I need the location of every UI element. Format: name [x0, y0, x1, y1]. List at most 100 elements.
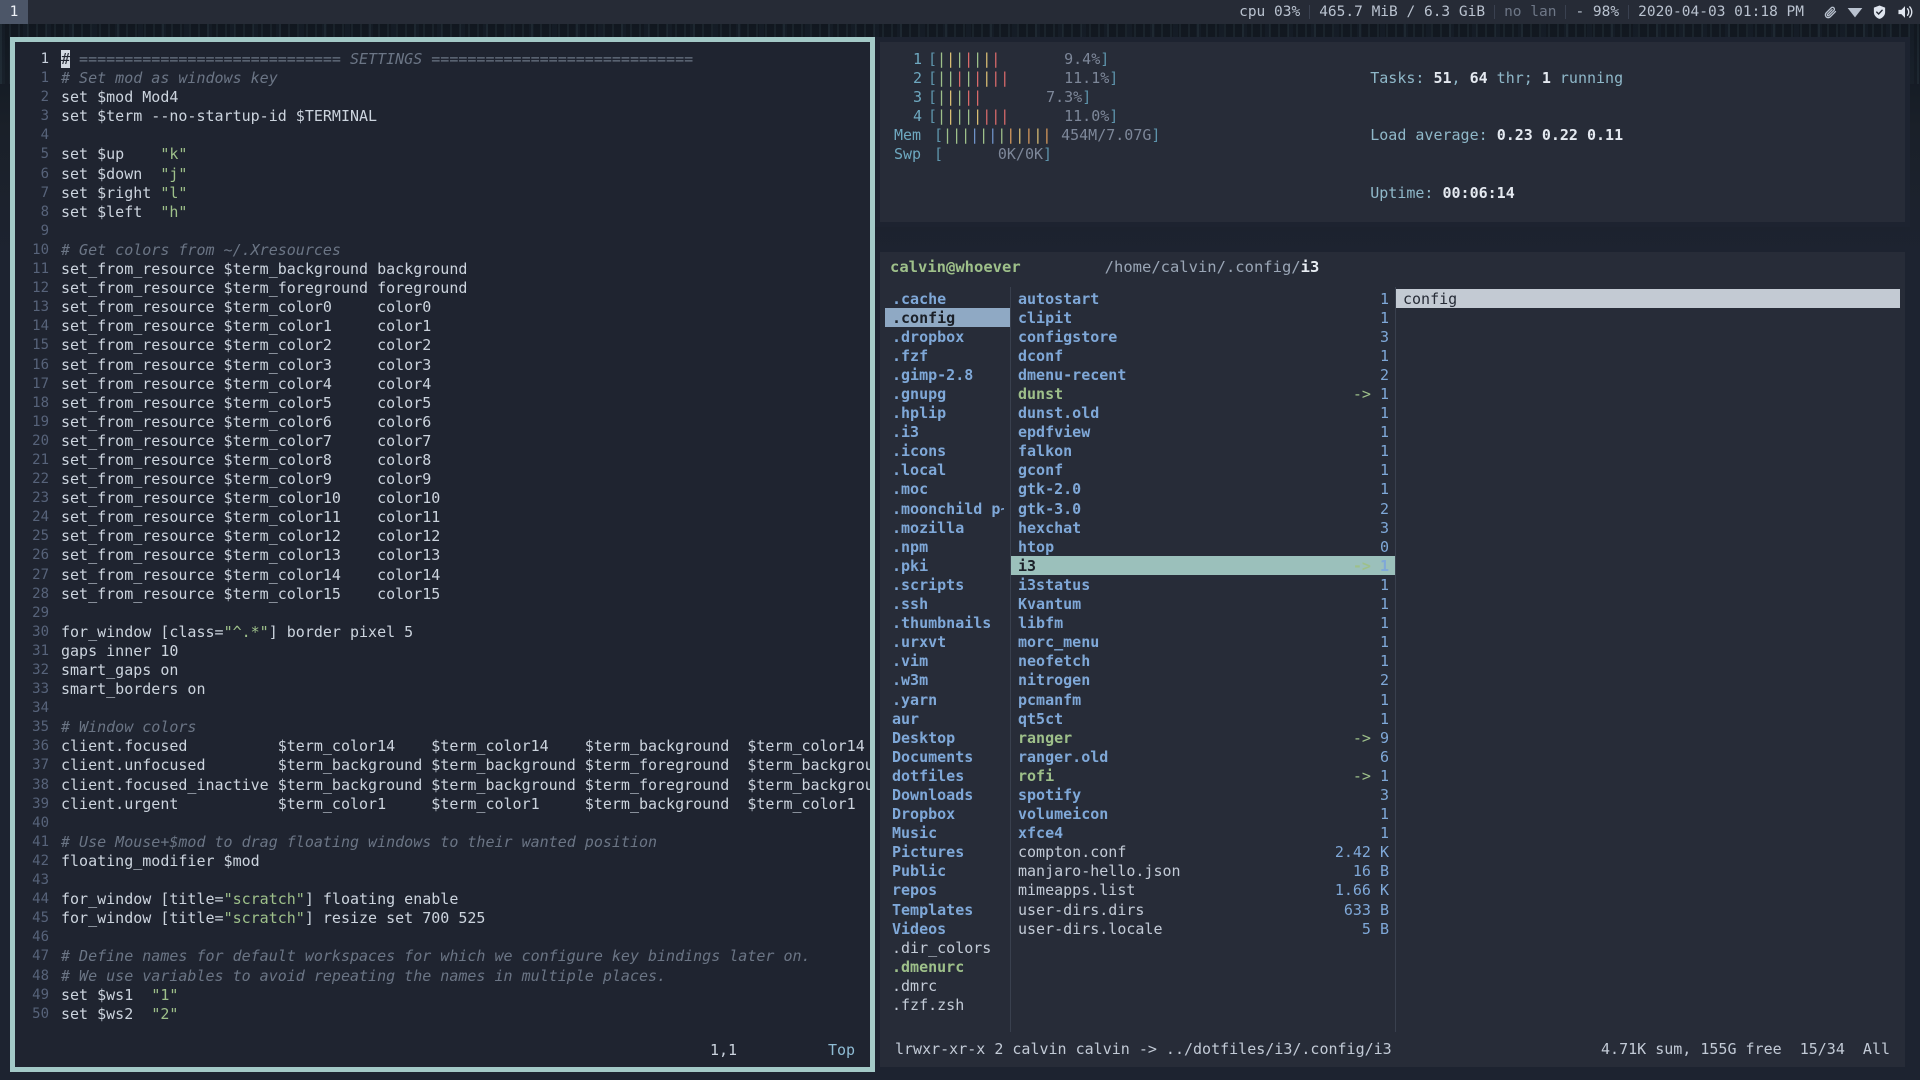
ranger-parent-item[interactable]: .icons: [885, 442, 1010, 461]
ranger-file-item[interactable]: autostart 1: [1011, 289, 1395, 308]
vim-line: 15 set_from_resource $term_color2 color2: [15, 336, 870, 355]
ranger-parent-item[interactable]: .fzf.zsh: [885, 995, 1010, 1014]
ranger-item-name: configstore: [1018, 327, 1118, 346]
ranger-parent-item[interactable]: .dir_colors: [885, 938, 1010, 957]
ranger-file-item[interactable]: dunst -> 1: [1011, 384, 1395, 403]
ranger-parent-item[interactable]: .vim: [885, 652, 1010, 671]
ranger-column-current[interactable]: autostart 1 clipit 1 configstore 3 dconf 1 dmenu…: [1010, 287, 1395, 1032]
ranger-parent-item[interactable]: .moc: [885, 480, 1010, 499]
workspace-button-1[interactable]: 1: [0, 0, 28, 24]
ranger-parent-item[interactable]: .local: [885, 461, 1010, 480]
ranger-file-item[interactable]: clipit 1: [1011, 308, 1395, 327]
ranger-parent-item[interactable]: Public: [885, 862, 1010, 881]
ranger-file-item[interactable]: Kvantum 1: [1011, 595, 1395, 614]
ranger-parent-item[interactable]: .pki: [885, 556, 1010, 575]
ranger-file-item[interactable]: compton.conf 2.42 K: [1011, 843, 1395, 862]
ranger-parent-item[interactable]: .mozilla: [885, 518, 1010, 537]
ranger-parent-item[interactable]: .gimp-2.8: [885, 365, 1010, 384]
ranger-file-item[interactable]: rofi -> 1: [1011, 766, 1395, 785]
ranger-file-item[interactable]: falkon 1: [1011, 442, 1395, 461]
ranger-file-item[interactable]: manjaro-hello.json 16 B: [1011, 862, 1395, 881]
vim-token: set $term --no-startup-id $TERMINAL: [61, 107, 378, 126]
ranger-file-item[interactable]: i3status 1: [1011, 575, 1395, 594]
ranger-parent-item[interactable]: Pictures: [885, 843, 1010, 862]
ranger-column-parent[interactable]: .cache .config .dropbox .fzf .gimp-2.8 .gnupg…: [885, 287, 1010, 1032]
ranger-file-item[interactable]: user-dirs.locale 5 B: [1011, 919, 1395, 938]
ranger-file-item[interactable]: user-dirs.dirs 633 B: [1011, 900, 1395, 919]
ranger-file-item[interactable]: pcmanfm 1: [1011, 690, 1395, 709]
ranger-file-item[interactable]: ranger -> 9: [1011, 728, 1395, 747]
status-block-network[interactable]: no lan: [1495, 0, 1565, 24]
volume-icon[interactable]: [1896, 4, 1914, 20]
ranger-file-item[interactable]: nitrogen 2: [1011, 671, 1395, 690]
workspace-list[interactable]: 1: [0, 0, 28, 24]
wifi-icon[interactable]: [1847, 5, 1863, 19]
ranger-parent-item[interactable]: .urxvt: [885, 633, 1010, 652]
status-block-cpu[interactable]: cpu 03%: [1230, 0, 1309, 24]
ranger-file-item[interactable]: xfce4 1: [1011, 824, 1395, 843]
ranger-parent-item[interactable]: .w3m: [885, 671, 1010, 690]
ranger-file-item[interactable]: dconf 1: [1011, 346, 1395, 365]
vim-line-number: 30: [32, 623, 49, 640]
status-block-battery[interactable]: - 98%: [1566, 0, 1628, 24]
ranger-file-item[interactable]: htop 0: [1011, 537, 1395, 556]
ranger-item-name: .i3: [892, 423, 920, 442]
ranger-file-item[interactable]: epdfview 1: [1011, 423, 1395, 442]
ranger-parent-item[interactable]: Documents: [885, 747, 1010, 766]
system-tray[interactable]: [1813, 4, 1914, 20]
ranger-parent-item[interactable]: .scripts: [885, 575, 1010, 594]
ranger-file-item[interactable]: neofetch 1: [1011, 652, 1395, 671]
ranger-file-item[interactable]: dmenu-recent 2: [1011, 365, 1395, 384]
ranger-file-item[interactable]: hexchat 3: [1011, 518, 1395, 537]
ranger-parent-item[interactable]: .moonchild p~: [885, 499, 1010, 518]
ranger-file-item[interactable]: dunst.old 1: [1011, 404, 1395, 423]
ranger-file-item[interactable]: spotify 3: [1011, 785, 1395, 804]
ranger-parent-item[interactable]: .npm: [885, 537, 1010, 556]
paperclip-icon[interactable]: [1823, 5, 1838, 20]
ranger-file-item[interactable]: mimeapps.list 1.66 K: [1011, 881, 1395, 900]
ranger-file-item[interactable]: morc_menu 1: [1011, 633, 1395, 652]
ranger-parent-item[interactable]: repos: [885, 881, 1010, 900]
ranger-parent-item[interactable]: .yarn: [885, 690, 1010, 709]
ranger-parent-item[interactable]: .fzf: [885, 346, 1010, 365]
ranger-parent-item[interactable]: Templates: [885, 900, 1010, 919]
ranger-file-item[interactable]: configstore 3: [1011, 327, 1395, 346]
ranger-parent-item[interactable]: Videos: [885, 919, 1010, 938]
shield-icon[interactable]: [1872, 4, 1887, 20]
ranger-parent-item[interactable]: .config: [885, 308, 1010, 328]
ranger-file-item[interactable]: gconf 1: [1011, 461, 1395, 480]
ranger-file-item[interactable]: libfm 1: [1011, 614, 1395, 633]
ranger-parent-item[interactable]: Dropbox: [885, 805, 1010, 824]
ranger-file-item[interactable]: ranger.old 6: [1011, 747, 1395, 766]
ranger-parent-item[interactable]: .dmrc: [885, 976, 1010, 995]
ranger-status-bar: lrwxr-xr-x 2 calvin calvin -> ../dotfile…: [885, 1036, 1900, 1062]
ranger-parent-item[interactable]: aur: [885, 709, 1010, 728]
window-ranger-file-manager[interactable]: calvin@whoever /home/calvin/.config/i3 .…: [875, 247, 1910, 1072]
ranger-parent-item[interactable]: .hplip: [885, 404, 1010, 423]
window-vim-editor[interactable]: 1 # ============================= SETTING…: [10, 37, 875, 1072]
ranger-file-item[interactable]: gtk-2.0 1: [1011, 480, 1395, 499]
window-htop[interactable]: 1[||||||| 9.4%] 2[|||||||| 11.1%] 3[||||| 7.3…: [875, 37, 1910, 227]
vim-text-area[interactable]: 1 # ============================= SETTING…: [15, 42, 870, 1024]
vim-line-number: 29: [32, 604, 49, 621]
status-block-memory[interactable]: 465.7 MiB / 6.3 GiB: [1310, 0, 1494, 24]
ranger-parent-item[interactable]: .i3: [885, 423, 1010, 442]
ranger-file-item[interactable]: qt5ct 1: [1011, 709, 1395, 728]
ranger-file-item[interactable]: gtk-3.0 2: [1011, 499, 1395, 518]
status-block-clock[interactable]: 2020-04-03 01:18 PM: [1629, 0, 1813, 24]
ranger-parent-item[interactable]: .cache: [885, 289, 1010, 308]
ranger-parent-item[interactable]: Downloads: [885, 785, 1010, 804]
ranger-parent-item[interactable]: dotfiles: [885, 766, 1010, 785]
ranger-parent-item[interactable]: .dropbox: [885, 327, 1010, 346]
ranger-parent-item[interactable]: .ssh: [885, 595, 1010, 614]
ranger-file-item[interactable]: i3 -> 1: [1011, 556, 1395, 576]
ranger-file-item[interactable]: volumeicon 1: [1011, 805, 1395, 824]
ranger-item-name: .moc: [892, 480, 929, 499]
ranger-preview-item[interactable]: config: [1396, 289, 1900, 309]
ranger-parent-item[interactable]: Desktop: [885, 728, 1010, 747]
ranger-parent-item[interactable]: .dmenurc: [885, 957, 1010, 976]
ranger-parent-item[interactable]: Music: [885, 824, 1010, 843]
ranger-column-preview[interactable]: config: [1395, 287, 1900, 1032]
ranger-parent-item[interactable]: .thumbnails: [885, 614, 1010, 633]
ranger-parent-item[interactable]: .gnupg: [885, 384, 1010, 403]
